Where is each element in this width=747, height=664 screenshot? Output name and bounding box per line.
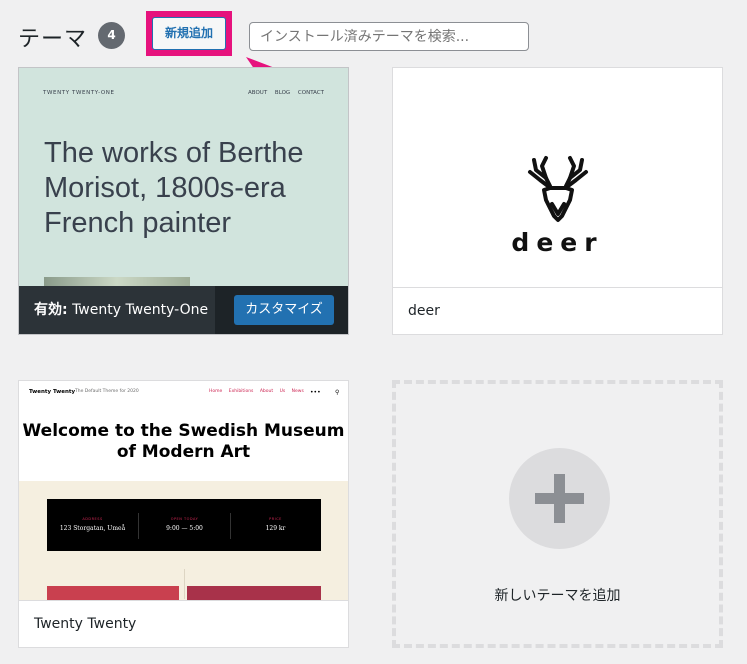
info-value: 129 kr <box>265 525 286 532</box>
info-column: OPEN TODAY 9:00 — 5:00 <box>139 517 230 532</box>
theme-name: deer <box>393 287 722 334</box>
preview-nav: ABOUT BLOG CONTACT <box>248 90 324 96</box>
theme-count-badge: 4 <box>98 22 125 49</box>
info-column: ADDRESS 123 Storgatan, Umeå <box>47 517 138 532</box>
preview-image-left <box>47 586 179 601</box>
theme-search-input[interactable] <box>249 22 529 51</box>
theme-card-deer[interactable]: deer deer <box>392 67 723 335</box>
active-prefix: 有効: <box>34 302 68 318</box>
theme-screenshot: TWENTY TWENTY-ONE ABOUT BLOG CONTACT The… <box>19 68 348 288</box>
preview-divider <box>184 569 185 599</box>
info-value: 9:00 — 5:00 <box>166 525 203 532</box>
preview-image-right <box>187 586 321 601</box>
theme-screenshot: deer <box>393 68 722 288</box>
add-new-theme-button[interactable]: 新規追加 <box>152 17 226 50</box>
active-theme-label: 有効: Twenty Twenty-One <box>19 286 215 334</box>
info-label: ADDRESS <box>82 517 103 521</box>
preview-headline: Welcome to the Swedish Museum of Modern … <box>22 421 345 462</box>
preview-site-title: TWENTY TWENTY-ONE <box>43 90 115 96</box>
plus-icon <box>509 448 610 549</box>
add-new-theme-card[interactable]: 新しいテーマを追加 <box>392 380 723 648</box>
preview-tagline: The Default Theme for 2020 <box>75 389 139 394</box>
customize-button[interactable]: カスタマイズ <box>234 295 334 325</box>
preview-nav: Home Exhibitions About Us News <box>209 389 304 394</box>
search-icon: ⚲ <box>335 389 340 396</box>
preview-headline: The works of Berthe Morisot, 1800s-era F… <box>44 137 304 239</box>
theme-screenshot: Twenty Twenty The Default Theme for 2020… <box>19 381 348 601</box>
menu-dots-icon: ••• <box>310 389 321 396</box>
info-label: OPEN TODAY <box>170 517 199 521</box>
theme-card-twenty-twenty-one[interactable]: TWENTY TWENTY-ONE ABOUT BLOG CONTACT The… <box>18 67 349 335</box>
page-header: テーマ 4 新規追加 <box>18 11 738 56</box>
add-new-theme-label: 新しいテーマを追加 <box>494 588 621 604</box>
theme-name: Twenty Twenty <box>19 600 348 647</box>
preview-site-title: Twenty Twenty <box>29 389 76 395</box>
theme-name: Twenty Twenty-One <box>72 302 209 318</box>
info-column: PRICE 129 kr <box>230 517 321 532</box>
add-new-highlight: 新規追加 <box>146 11 232 56</box>
preview-info-box: ADDRESS 123 Storgatan, Umeå OPEN TODAY 9… <box>47 499 321 551</box>
deer-logo-icon <box>528 156 588 222</box>
deer-wordmark: deer <box>511 228 604 257</box>
preview-header: Twenty Twenty The Default Theme for 2020… <box>19 381 348 401</box>
page-title: テーマ <box>18 27 88 52</box>
info-label: PRICE <box>269 517 282 521</box>
active-theme-bar: 有効: Twenty Twenty-One カスタマイズ <box>19 286 348 334</box>
theme-card-twenty-twenty[interactable]: Twenty Twenty The Default Theme for 2020… <box>18 380 349 648</box>
info-value: 123 Storgatan, Umeå <box>59 525 126 532</box>
